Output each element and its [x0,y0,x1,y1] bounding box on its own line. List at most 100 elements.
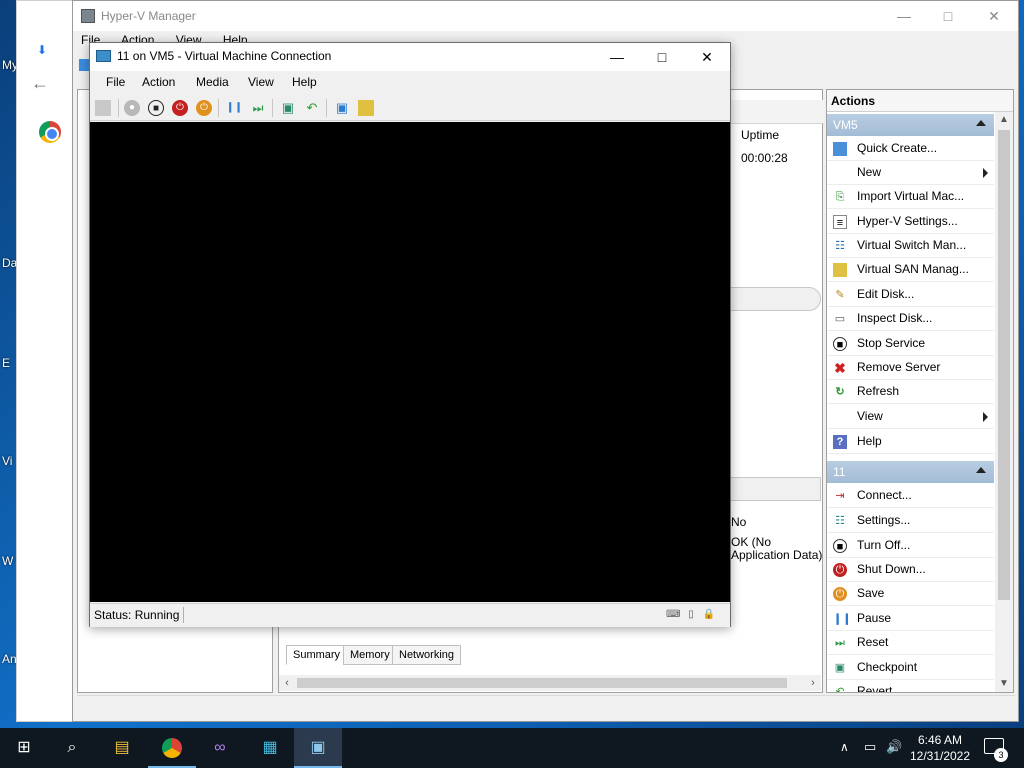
action-quick-create[interactable]: Quick Create... [827,137,994,161]
desktop-icon-label[interactable]: An [2,652,17,666]
action-label: Turn Off... [857,538,911,552]
detail-value: OK (No [731,535,772,549]
details-section-header[interactable] [723,477,821,501]
server-manager-icon[interactable]: ▦ [246,728,294,768]
actions-vertical-scrollbar[interactable]: ▲ ▼ [995,112,1013,692]
start-icon[interactable]: ● [124,100,140,116]
action-turn-off[interactable]: ■ Turn Off... [827,534,994,558]
vmc-titlebar[interactable]: 11 on VM5 - Virtual Machine Connection —… [90,43,730,71]
actions-group-vm[interactable]: 11 [827,461,994,483]
action-vm-settings[interactable]: ☷ Settings... [827,509,994,533]
center-horizontal-scrollbar[interactable]: ‹ › [279,675,821,691]
share-icon[interactable] [358,100,374,116]
vm-display[interactable] [90,122,730,602]
start-windows-icon[interactable]: ⊞ [0,728,48,768]
menu-file[interactable]: File [106,75,125,89]
menu-view[interactable]: View [248,75,274,89]
action-save[interactable]: ⏻ Save [827,582,994,606]
maximize-button[interactable]: □ [925,3,971,29]
tab-memory[interactable]: Memory [343,645,397,665]
chrome-icon[interactable] [148,728,196,768]
clock-date: 12/31/2022 [909,749,971,763]
tray-chevron-icon[interactable]: ∧ [840,740,849,768]
hyperv-statusbar [77,695,1015,717]
action-edit-disk[interactable]: ✎ Edit Disk... [827,283,994,307]
enhanced-session-icon[interactable]: ▣ [334,100,350,116]
action-virtual-san-manager[interactable]: Virtual SAN Manag... [827,258,994,282]
action-view[interactable]: View [827,405,994,429]
tab-summary[interactable]: Summary [286,645,348,665]
action-label: Hyper-V Settings... [857,214,958,228]
desktop-icon-label[interactable]: E [2,356,10,370]
actions-group-vm5[interactable]: VM5 [827,114,994,136]
collapse-icon[interactable] [976,467,986,473]
menu-media[interactable]: Media [196,75,229,89]
visual-studio-icon[interactable]: ∞ [196,728,244,768]
desktop-icon-label[interactable]: W [2,554,13,568]
remove-x-icon: ✖ [834,360,846,376]
scroll-left-icon[interactable]: ‹ [279,675,295,691]
action-checkpoint[interactable]: ▣ Checkpoint [827,656,994,680]
action-shut-down[interactable]: ⏻ Shut Down... [827,558,994,582]
maximize-button[interactable]: □ [639,43,685,71]
save-icon[interactable]: ⏻ [196,100,212,116]
shutdown-icon[interactable]: ⏻ [172,100,188,116]
taskbar-clock[interactable]: 6:46 AM 12/31/2022 [906,732,974,764]
hyperv-titlebar[interactable]: Hyper-V Manager — □ ✕ [73,1,1018,31]
minimize-button[interactable]: — [881,3,927,29]
tab-networking[interactable]: Networking [392,645,462,665]
scroll-thumb[interactable] [297,678,787,688]
vm-connection-window[interactable]: 11 on VM5 - Virtual Machine Connection —… [89,42,731,627]
collapse-icon[interactable] [976,120,986,126]
turn-off-icon: ■ [833,539,847,553]
detail-value: No [731,515,747,529]
scroll-right-icon[interactable]: › [805,675,821,691]
search-icon[interactable]: ⌕ [48,728,96,768]
action-reset[interactable]: ⏭ Reset [827,631,994,655]
network-icon[interactable]: ▭ [864,739,876,768]
desktop-icon-label[interactable]: Vi [2,454,12,468]
action-new[interactable]: New [827,161,994,185]
scroll-down-icon[interactable]: ▼ [995,676,1013,692]
action-revert[interactable]: ↶ Revert... [827,680,994,692]
action-connect[interactable]: ⇥ Connect... [827,484,994,508]
action-hyperv-settings[interactable]: ≡ Hyper-V Settings... [827,210,994,234]
minimize-button[interactable]: — [594,43,640,71]
hyperv-app-icon [81,9,95,23]
action-label: Checkpoint [857,660,918,674]
actions-pane: Actions VM5 Quick Create... New ⎘ Import … [826,89,1014,693]
close-button[interactable]: ✕ [684,43,730,71]
file-explorer-icon[interactable]: ▤ [98,728,146,768]
status-separator [183,607,184,623]
ctrl-alt-del-icon[interactable] [95,100,111,116]
checkpoints-section-header[interactable] [723,287,821,311]
action-label: Refresh [857,384,900,398]
action-help[interactable]: ? Help [827,430,994,454]
menu-action[interactable]: Action [142,75,175,89]
back-arrow-icon[interactable]: ← [31,73,49,94]
action-remove-server[interactable]: ✖ Remove Server [827,356,994,380]
action-import-virtual-machine[interactable]: ⎘ Import Virtual Mac... [827,185,994,209]
revert-icon[interactable]: ↶ [304,100,320,116]
close-button[interactable]: ✕ [971,3,1017,29]
checkpoint-icon[interactable]: ▣ [280,100,296,116]
menu-help[interactable]: Help [292,75,317,89]
vmc-statusbar: Status: Running ⌨ ▯ 🔒 [90,603,730,627]
volume-icon[interactable]: 🔊 [886,739,902,768]
turn-off-icon[interactable]: ■ [148,100,164,116]
connect-icon: ⇥ [835,490,845,502]
hyperv-manager-taskbar-icon[interactable]: ▣ [294,728,342,768]
vm-status-text: Status: Running [94,608,180,622]
scroll-thumb[interactable] [998,130,1010,600]
action-stop-service[interactable]: ■ Stop Service [827,332,994,356]
uptime-column-header[interactable]: Uptime [741,128,779,142]
scroll-up-icon[interactable]: ▲ [995,112,1013,128]
action-inspect-disk[interactable]: ▭ Inspect Disk... [827,307,994,331]
action-pause[interactable]: ❙❙ Pause [827,607,994,631]
action-refresh[interactable]: ↻ Refresh [827,380,994,404]
action-virtual-switch-manager[interactable]: ☷ Virtual Switch Man... [827,234,994,258]
action-label: Remove Server [857,360,941,374]
taskbar: ⊞ ⌕ ▤ ∞ ▦ ▣ ∧ ▭ 🔊 6:46 AM 12/31/2022 3 [0,728,1024,768]
pause-icon[interactable]: ❙❙ [226,100,243,116]
reset-icon[interactable]: ⏭ [250,100,266,116]
